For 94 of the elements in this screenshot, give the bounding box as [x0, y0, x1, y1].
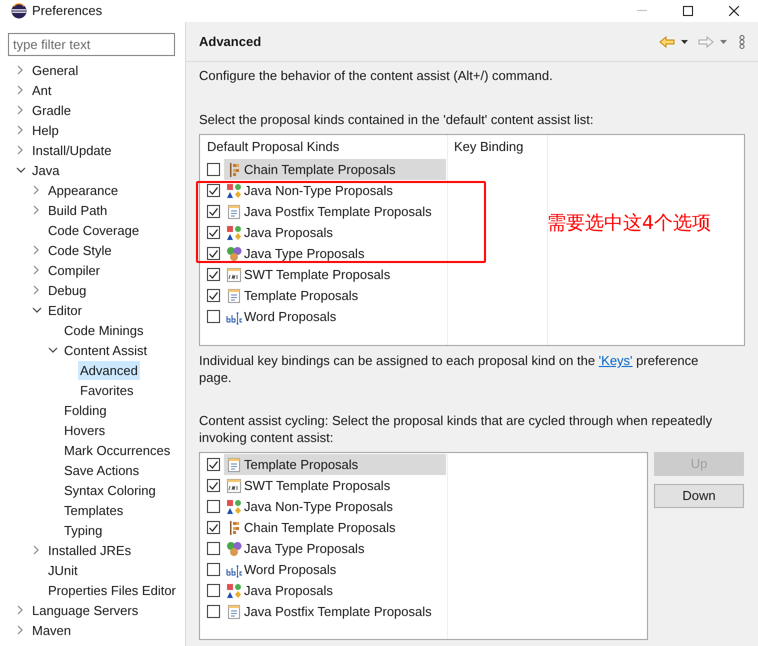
circles-icon [226, 246, 242, 262]
checkbox[interactable] [207, 289, 220, 302]
tree-item[interactable]: Properties Files Editor [46, 580, 178, 600]
checkbox[interactable] [207, 205, 220, 218]
proposal-kind-item[interactable]: Java Proposals [224, 222, 446, 243]
tree-item[interactable]: Appearance [46, 180, 120, 200]
maximize-icon[interactable] [683, 6, 693, 16]
proposal-kind-item[interactable]: Java Postfix Template Proposals [224, 601, 446, 622]
chevron-down-icon[interactable] [48, 345, 58, 355]
document-icon [226, 478, 242, 494]
tree-item[interactable]: Install/Update [30, 140, 114, 160]
tree-item[interactable]: Folding [62, 400, 109, 420]
proposal-kind-item[interactable]: Word Proposals [224, 559, 446, 580]
window-title: Preferences [32, 2, 102, 20]
proposal-kind-item[interactable]: Java Proposals [224, 580, 446, 601]
tree-item[interactable]: General [30, 60, 80, 80]
shapes-icon [226, 182, 242, 198]
proposal-kind-item[interactable]: Java Non-Type Proposals [224, 180, 446, 201]
tree-item[interactable]: Ant [30, 80, 54, 100]
tree-item[interactable]: Favorites [78, 380, 136, 400]
column-header: Default Proposal Kinds [206, 138, 340, 156]
checkbox[interactable] [207, 226, 220, 239]
checkbox[interactable] [207, 542, 220, 555]
tree-item[interactable]: Language Servers [30, 600, 140, 620]
section-label: Select the proposal kinds contained in the 'default' content assist list: [199, 112, 594, 128]
proposal-kind-item[interactable]: Word Proposals [224, 306, 446, 327]
proposal-kind-item[interactable]: Chain Template Proposals [224, 517, 446, 538]
tree-item[interactable]: Advanced [78, 360, 140, 380]
chevron-down-icon[interactable] [32, 305, 42, 315]
document-icon [226, 266, 242, 282]
shapes-icon [226, 224, 242, 240]
tree-item[interactable]: JUnit [46, 560, 80, 580]
tree-item[interactable]: Code Minings [62, 320, 146, 340]
tree-item[interactable]: Syntax Coloring [62, 480, 158, 500]
tree-item[interactable]: Debug [46, 280, 88, 300]
chevron-down-icon[interactable] [16, 165, 26, 175]
tree-item[interactable]: Editor [46, 300, 84, 320]
filter-field[interactable]: type filter text [8, 33, 175, 56]
tree-item[interactable]: Typing [62, 520, 104, 540]
column-header: Key Binding [453, 138, 524, 156]
shapes-icon [226, 498, 242, 514]
checkbox[interactable] [207, 268, 220, 281]
checkbox[interactable] [207, 163, 220, 176]
proposal-kind-item[interactable]: Java Type Proposals [224, 243, 446, 264]
checkbox[interactable] [207, 563, 220, 576]
tree-item[interactable]: Code Style [46, 240, 114, 260]
checkbox[interactable] [207, 605, 220, 618]
document-icon [226, 456, 242, 472]
dropdown-caret-icon[interactable] [681, 40, 688, 44]
proposal-kind-item[interactable]: Java Postfix Template Proposals [224, 201, 446, 222]
app-logo-icon [11, 3, 27, 19]
tree-item[interactable]: Maven [30, 620, 74, 640]
proposal-kind-item[interactable]: SWT Template Proposals [224, 264, 446, 285]
tree-item[interactable]: Save Actions [62, 460, 142, 480]
proposal-kind-item[interactable]: Template Proposals [224, 454, 446, 475]
document-icon [226, 604, 242, 620]
proposal-kind-item[interactable]: Java Type Proposals [224, 538, 446, 559]
tree-item[interactable]: Java [30, 160, 62, 180]
section-label: Content assist cycling: Select the proposal kinds that are cycled through when repeatedly invoking content assist: [199, 412, 714, 446]
proposal-kind-item[interactable]: SWT Template Proposals [224, 475, 446, 496]
keys-link[interactable]: 'Keys' [598, 353, 633, 368]
proposal-kind-item[interactable]: Template Proposals [224, 285, 446, 306]
checkbox[interactable] [207, 500, 220, 513]
tree-item[interactable]: Build Path [46, 200, 110, 220]
checkbox[interactable] [207, 310, 220, 323]
tree-item[interactable]: Content Assist [62, 340, 150, 360]
proposal-kind-item[interactable]: Chain Template Proposals [224, 159, 446, 180]
tree-item[interactable]: Installed JREs [46, 540, 134, 560]
tree-item[interactable]: Templates [62, 500, 126, 520]
tree-item[interactable]: Gradle [30, 100, 74, 120]
document-icon [226, 288, 242, 304]
annotation-text: 需要选中这4个选项 [547, 211, 712, 236]
shapes-icon [226, 582, 242, 598]
menu-icon[interactable] [739, 34, 745, 48]
checkbox[interactable] [207, 479, 220, 492]
checkbox[interactable] [207, 584, 220, 597]
proposal-kind-item[interactable]: Java Non-Type Proposals [224, 496, 446, 517]
down-button[interactable]: Down [654, 484, 744, 508]
close-icon[interactable] [729, 6, 739, 16]
circles-icon [226, 540, 242, 556]
checkbox[interactable] [207, 521, 220, 534]
checkbox[interactable] [207, 458, 220, 471]
tree-item[interactable]: Hovers [62, 420, 108, 440]
checkbox[interactable] [207, 247, 220, 260]
tree-item[interactable]: Code Coverage [46, 220, 142, 240]
checkbox[interactable] [207, 184, 220, 197]
key-bindings-note: Individual key bindings can be assigned to each proposal kind on the 'Keys' preference page. [199, 352, 700, 386]
back-arrow-icon[interactable] [659, 36, 675, 48]
document-icon [226, 204, 242, 220]
tree-item[interactable]: Compiler [46, 260, 102, 280]
description-text: Configure the behavior of the content assist (Alt+/) command. [199, 68, 554, 84]
tree-item[interactable]: Mark Occurrences [62, 440, 172, 460]
page-title: Advanced [199, 32, 262, 51]
tree-item[interactable]: Help [30, 120, 61, 140]
